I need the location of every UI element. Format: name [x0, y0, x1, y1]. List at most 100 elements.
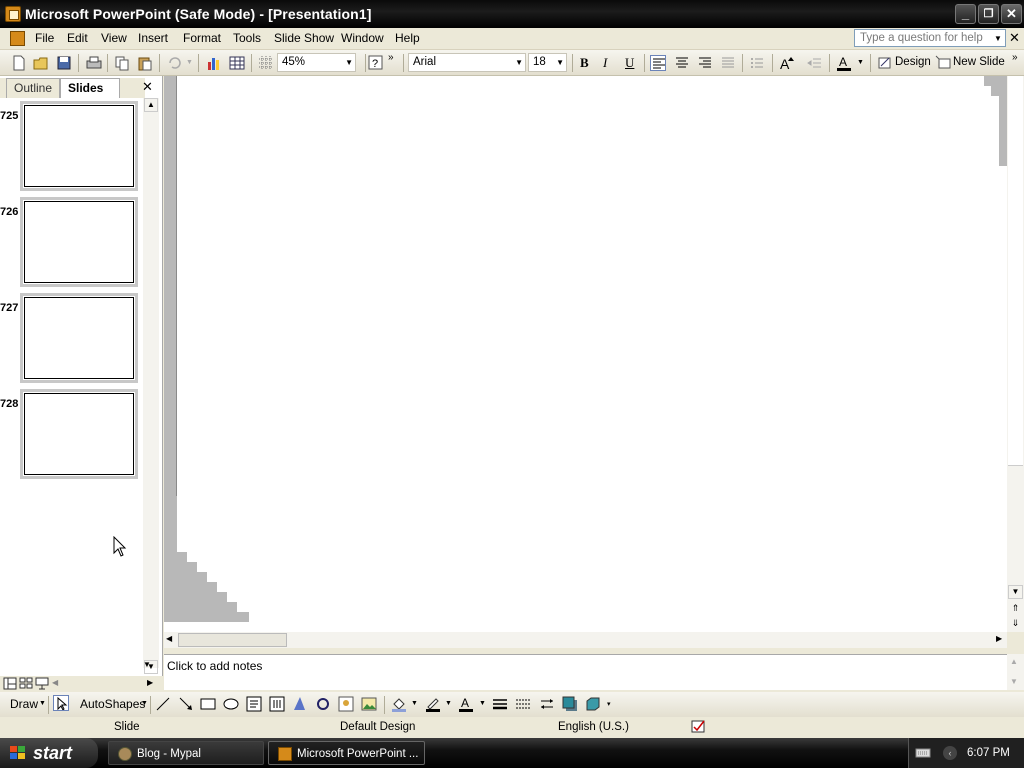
- font-select[interactable]: Arial ▼: [408, 53, 526, 72]
- design-icon[interactable]: [877, 55, 893, 71]
- bold-button[interactable]: B: [580, 55, 589, 71]
- close-pane-icon[interactable]: ✕: [142, 79, 153, 95]
- print-icon[interactable]: [86, 55, 102, 71]
- menu-insert[interactable]: Insert: [138, 31, 168, 45]
- line-color-dropdown-icon[interactable]: ▼: [445, 700, 452, 707]
- notes-pane[interactable]: Click to add notes: [164, 654, 1007, 690]
- slide-thumbnail[interactable]: [20, 101, 138, 191]
- paste-icon[interactable]: [137, 55, 153, 71]
- slide-show-view-icon[interactable]: [35, 677, 49, 690]
- notes-placeholder[interactable]: Click to add notes: [167, 659, 262, 673]
- arrow-icon[interactable]: [178, 696, 194, 712]
- spelling-check-icon[interactable]: [691, 719, 708, 734]
- tab-outline[interactable]: Outline: [6, 78, 61, 98]
- arrow-style-icon[interactable]: [539, 696, 555, 712]
- shadow-style-icon[interactable]: [562, 696, 578, 712]
- select-objects-icon[interactable]: [53, 695, 69, 711]
- help-icon[interactable]: ?: [368, 55, 384, 71]
- draw-menu[interactable]: Draw: [10, 697, 38, 711]
- text-box-icon[interactable]: [246, 696, 262, 712]
- save-icon[interactable]: [56, 55, 72, 71]
- scroll-left-icon[interactable]: ◀: [166, 634, 172, 643]
- slide-thumbnail[interactable]: [20, 197, 138, 287]
- view-scroll-left-icon[interactable]: ◀: [52, 678, 58, 687]
- oval-icon[interactable]: [223, 696, 239, 712]
- slide-sorter-view-icon[interactable]: [19, 677, 33, 690]
- undo-dropdown-icon[interactable]: ▼: [186, 59, 193, 66]
- bullets-icon[interactable]: [749, 55, 765, 71]
- 3d-style-icon[interactable]: [585, 696, 601, 712]
- insert-chart-icon[interactable]: [206, 55, 222, 71]
- line-color-icon[interactable]: [425, 696, 441, 712]
- diagram-icon[interactable]: [315, 696, 331, 712]
- menu-edit[interactable]: Edit: [67, 31, 88, 45]
- slide-thumbnail[interactable]: [20, 293, 138, 383]
- open-icon[interactable]: [33, 55, 49, 71]
- close-window-button[interactable]: ✕: [1001, 4, 1022, 24]
- notes-scrollbar[interactable]: ▲ ▼: [1007, 654, 1024, 690]
- undo-icon[interactable]: [167, 55, 183, 71]
- previous-slide-icon[interactable]: ⇑: [1008, 602, 1023, 616]
- hscroll-thumb[interactable]: [178, 633, 287, 647]
- start-button[interactable]: start: [0, 738, 98, 768]
- tray-expand-icon[interactable]: ‹: [943, 746, 957, 760]
- scroll-down-icon[interactable]: ▼: [1008, 585, 1023, 599]
- taskbar-item-blog[interactable]: Blog - Mypal: [108, 741, 264, 765]
- next-slide-icon[interactable]: ⇓: [1008, 617, 1023, 631]
- font-size-select[interactable]: 18 ▼: [528, 53, 567, 72]
- line-style-icon[interactable]: [492, 696, 508, 712]
- align-right-icon[interactable]: [697, 55, 713, 71]
- tab-slides[interactable]: Slides: [60, 78, 120, 98]
- design-button[interactable]: Design: [895, 56, 931, 68]
- taskbar-item-powerpoint[interactable]: Microsoft PowerPoint ...: [268, 741, 425, 765]
- restore-button[interactable]: ❐: [978, 4, 999, 24]
- scroll-thumb[interactable]: [1008, 76, 1023, 466]
- new-slide-button[interactable]: New Slide: [953, 56, 1005, 68]
- menu-format[interactable]: Format: [183, 31, 221, 45]
- menu-slide-show[interactable]: Slide Show: [274, 31, 334, 45]
- italic-button[interactable]: I: [603, 55, 607, 71]
- autoshapes-dropdown-icon[interactable]: ▼: [141, 700, 148, 707]
- slide-horizontal-scrollbar[interactable]: ◀ ▶: [164, 632, 1007, 648]
- document-icon[interactable]: [10, 31, 25, 46]
- view-scroll-right-icon[interactable]: ▶: [147, 678, 153, 687]
- grid-icon[interactable]: [258, 55, 274, 71]
- dash-style-icon[interactable]: [515, 696, 531, 712]
- font-color-dropdown-icon[interactable]: ▼: [857, 59, 864, 66]
- line-icon[interactable]: [155, 696, 171, 712]
- fill-color-icon[interactable]: [391, 696, 407, 712]
- scroll-right-icon[interactable]: ▶: [996, 634, 1002, 643]
- help-search-input[interactable]: Type a question for help: [854, 29, 1006, 47]
- menu-file[interactable]: File: [35, 31, 54, 45]
- slide-vertical-scrollbar[interactable]: ▼ ⇑ ⇓: [1007, 76, 1024, 632]
- increase-font-icon[interactable]: A: [779, 55, 795, 71]
- menu-window[interactable]: Window: [341, 31, 384, 45]
- align-center-icon[interactable]: [674, 55, 690, 71]
- copy-icon[interactable]: [114, 55, 130, 71]
- powerpoint-app-icon[interactable]: [5, 6, 21, 22]
- minimize-button[interactable]: _: [955, 4, 976, 24]
- draw-more-icon[interactable]: ▾: [607, 700, 611, 708]
- insert-table-icon[interactable]: [229, 55, 245, 71]
- new-slide-icon[interactable]: [935, 55, 951, 71]
- slides-pane-scrollbar[interactable]: ▲ ▼: [143, 98, 159, 674]
- draw-font-color-dropdown-icon[interactable]: ▼: [479, 700, 486, 707]
- align-left-icon[interactable]: [650, 55, 666, 71]
- menu-tools[interactable]: Tools: [233, 31, 261, 45]
- toolbar-more-icon[interactable]: »: [1012, 52, 1018, 63]
- slide-canvas[interactable]: [164, 76, 1007, 632]
- toolbar-options-icon[interactable]: »: [388, 52, 394, 63]
- close-document-icon[interactable]: ✕: [1009, 30, 1020, 46]
- normal-view-icon[interactable]: [3, 677, 17, 690]
- help-dropdown-icon[interactable]: ▼: [994, 34, 1002, 43]
- autoshapes-menu[interactable]: AutoShapes: [80, 697, 145, 711]
- font-color-icon[interactable]: A: [836, 55, 852, 71]
- draw-font-color-icon[interactable]: A: [458, 696, 474, 712]
- decrease-indent-icon[interactable]: [807, 55, 823, 71]
- menu-view[interactable]: View: [101, 31, 127, 45]
- slide-thumbnail[interactable]: [20, 389, 138, 479]
- draw-dropdown-icon[interactable]: ▼: [39, 700, 46, 707]
- wordart-icon[interactable]: [292, 696, 308, 712]
- distribute-icon[interactable]: [720, 55, 736, 71]
- pane-scroll-down-icon[interactable]: ▼: [143, 660, 151, 669]
